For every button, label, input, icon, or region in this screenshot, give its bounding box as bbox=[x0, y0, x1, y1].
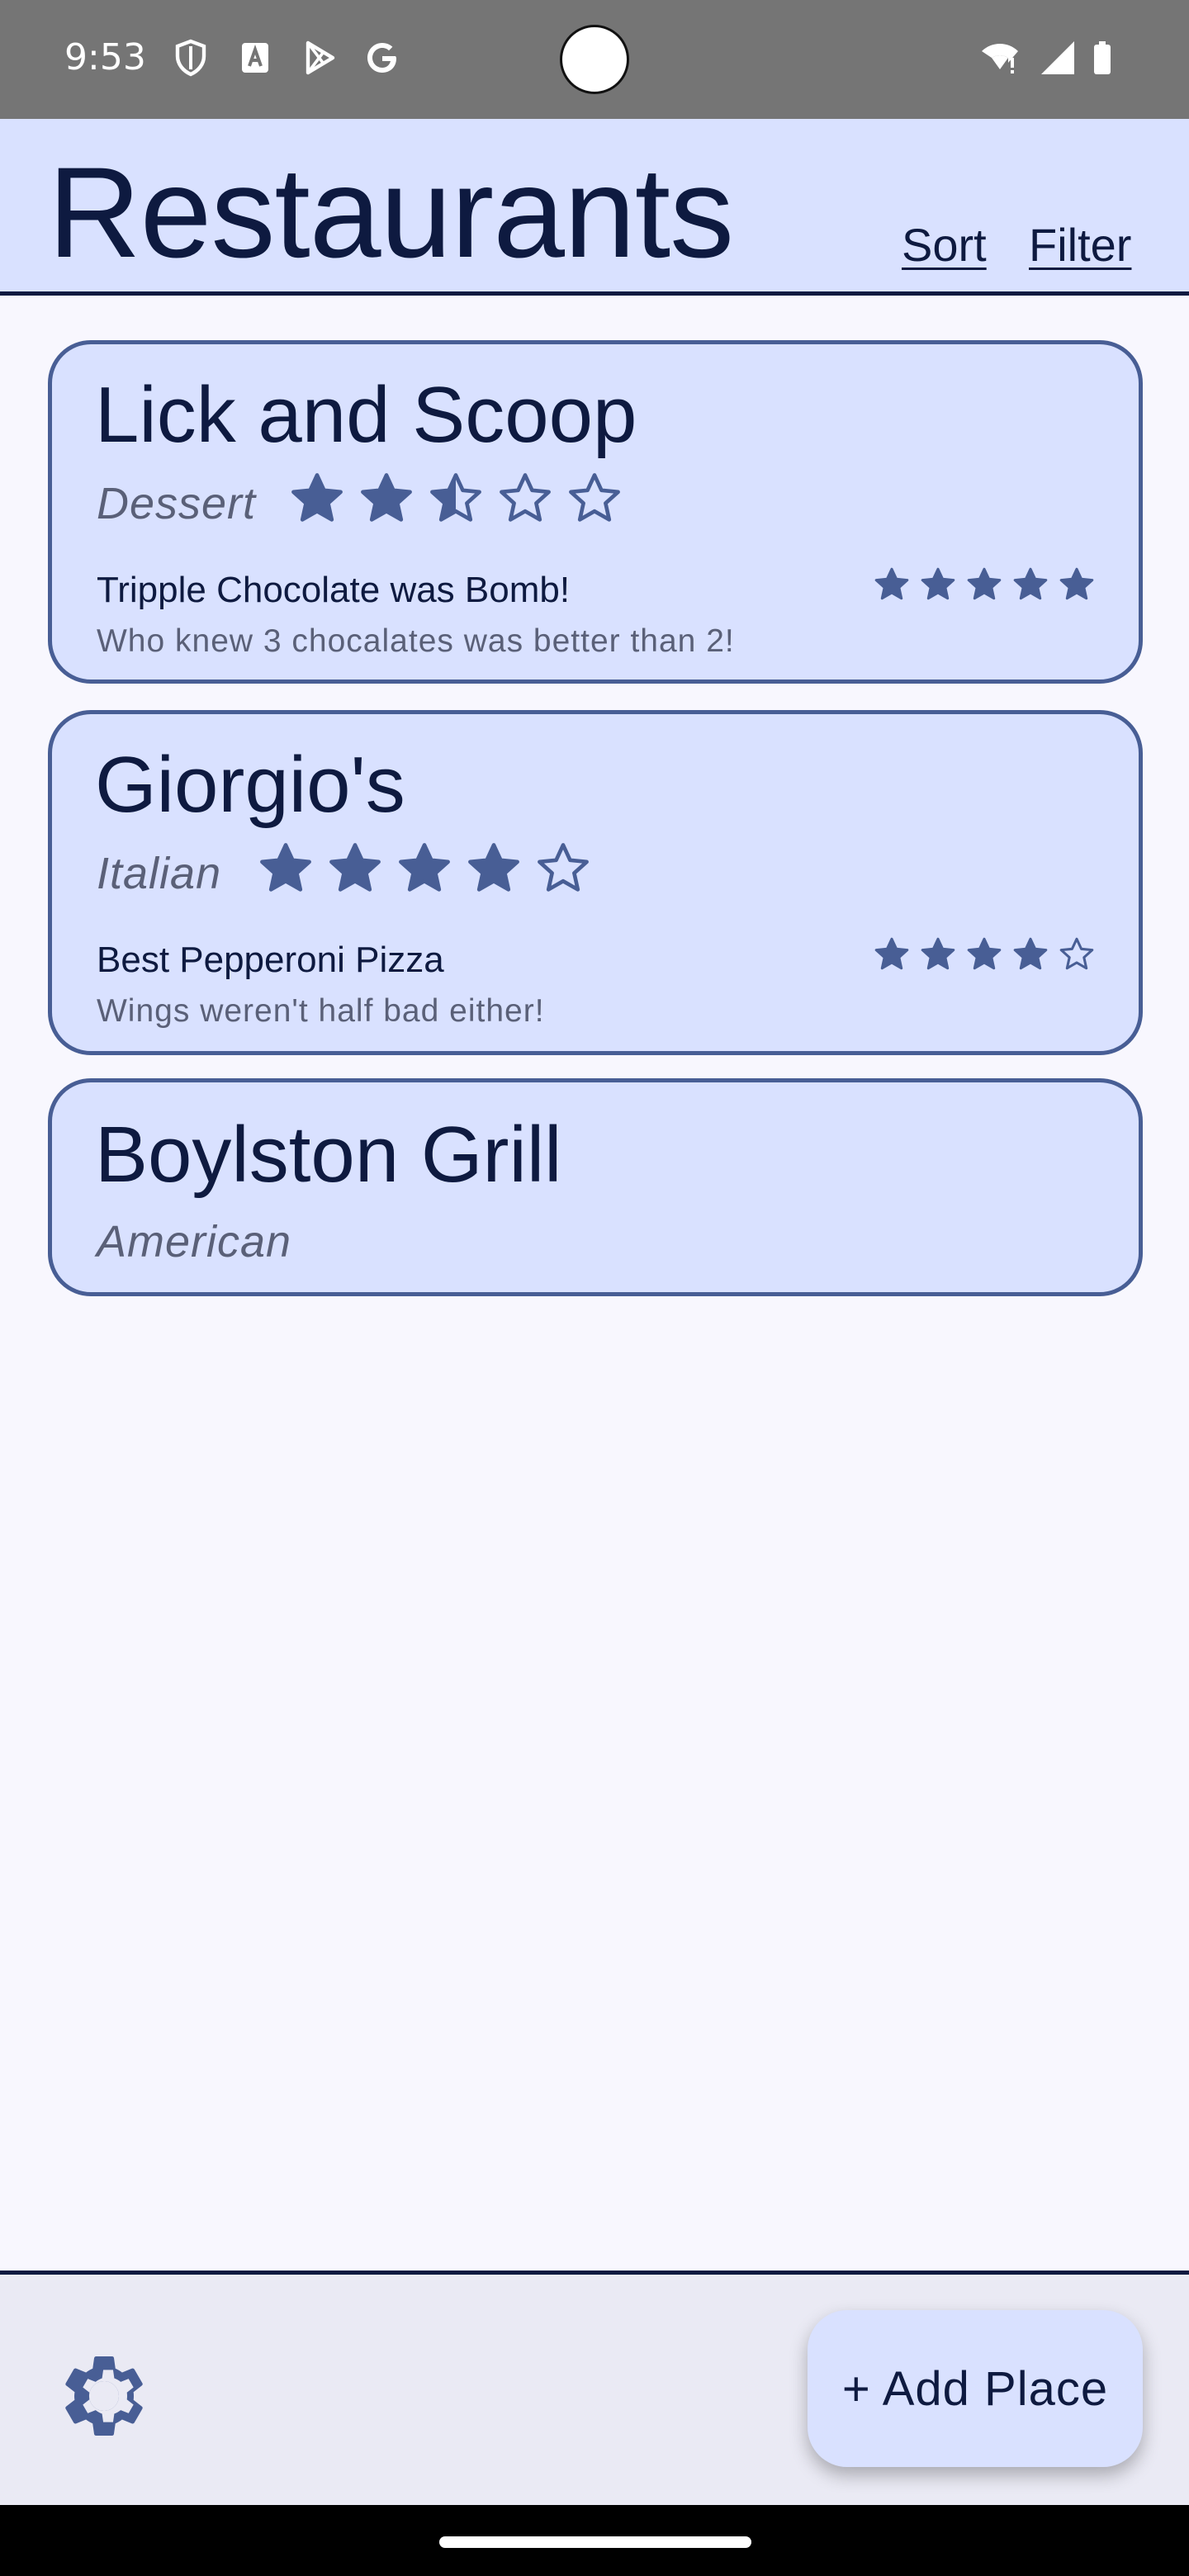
star-half-icon bbox=[427, 470, 485, 528]
wifi-icon bbox=[979, 36, 1021, 79]
add-place-button[interactable]: + Add Place bbox=[808, 2310, 1143, 2467]
gear-icon[interactable] bbox=[54, 2346, 154, 2446]
restaurant-name: Lick and Scoop bbox=[95, 371, 637, 459]
star-filled-icon bbox=[919, 566, 957, 604]
review-rating bbox=[873, 566, 1096, 604]
sort-link[interactable]: Sort bbox=[902, 218, 987, 272]
restaurant-card[interactable]: Boylston Grill American bbox=[48, 1078, 1143, 1296]
status-bar: 9:53 bbox=[0, 0, 1189, 119]
restaurant-cuisine: American bbox=[97, 1217, 292, 1267]
home-handle[interactable] bbox=[439, 2536, 751, 2548]
play-store-icon bbox=[299, 36, 340, 79]
star-filled-icon bbox=[358, 470, 415, 528]
camera-cutout bbox=[560, 25, 629, 94]
review-title: Tripple Chocolate was Bomb! bbox=[97, 570, 571, 610]
review-title: Best Pepperoni Pizza bbox=[97, 940, 444, 980]
restaurant-cuisine: Dessert bbox=[97, 479, 257, 528]
star-filled-icon bbox=[1058, 566, 1096, 604]
star-filled-icon bbox=[326, 840, 384, 897]
review-body: Wings weren't half bad either! bbox=[97, 993, 545, 1029]
star-filled-icon bbox=[965, 935, 1003, 973]
app-header: Restaurants Sort Filter bbox=[0, 119, 1189, 296]
star-filled-icon bbox=[1011, 566, 1049, 604]
shield-icon bbox=[170, 36, 211, 79]
star-filled-icon bbox=[465, 840, 523, 897]
google-g-icon bbox=[362, 36, 403, 79]
restaurant-card[interactable]: Lick and Scoop Dessert Tripple Chocolate… bbox=[48, 340, 1143, 684]
star-filled-icon bbox=[873, 935, 911, 973]
status-time: 9:53 bbox=[64, 36, 146, 78]
page-title: Restaurants bbox=[48, 141, 734, 285]
restaurant-rating bbox=[288, 470, 623, 528]
star-empty-icon bbox=[566, 470, 623, 528]
restaurant-name: Giorgio's bbox=[95, 741, 405, 829]
restaurant-card[interactable]: Giorgio's Italian Best Pepperoni Pizza W… bbox=[48, 710, 1143, 1055]
star-filled-icon bbox=[288, 470, 346, 528]
review-rating bbox=[873, 935, 1096, 973]
restaurant-name: Boylston Grill bbox=[95, 1110, 562, 1199]
star-filled-icon bbox=[257, 840, 315, 897]
star-empty-icon bbox=[534, 840, 592, 897]
star-empty-icon bbox=[1058, 935, 1096, 973]
review-body: Who knew 3 chocalates was better than 2! bbox=[97, 623, 735, 659]
star-empty-icon bbox=[496, 470, 554, 528]
font-a-icon bbox=[234, 36, 276, 79]
signal-icon bbox=[1037, 36, 1078, 79]
filter-link[interactable]: Filter bbox=[1029, 218, 1131, 272]
star-filled-icon bbox=[873, 566, 911, 604]
star-filled-icon bbox=[396, 840, 453, 897]
restaurant-cuisine: Italian bbox=[97, 849, 222, 898]
restaurant-rating bbox=[257, 840, 592, 897]
system-nav-bar bbox=[0, 2505, 1189, 2576]
battery-icon bbox=[1082, 36, 1123, 79]
star-filled-icon bbox=[1011, 935, 1049, 973]
star-filled-icon bbox=[965, 566, 1003, 604]
star-filled-icon bbox=[919, 935, 957, 973]
